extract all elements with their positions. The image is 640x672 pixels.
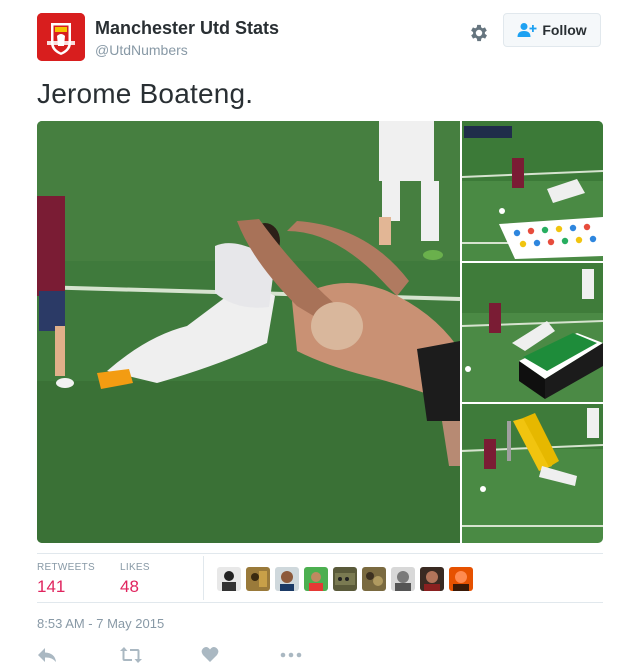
liker-avatar[interactable] [217, 567, 241, 591]
account-name[interactable]: Manchester Utd Stats [95, 18, 279, 39]
account-handle[interactable]: @UtdNumbers [95, 42, 188, 58]
reply-icon[interactable] [37, 646, 57, 669]
tweet-text: Jerome Boateng. [37, 78, 254, 109]
liker-avatar[interactable] [420, 567, 444, 591]
photo-twister-mat[interactable] [461, 121, 603, 261]
likes-stat[interactable]: LIKES 48 [120, 562, 150, 597]
liker-avatars [217, 567, 473, 591]
retweet-icon[interactable] [119, 646, 143, 669]
retweets-label: RETWEETS [37, 562, 95, 573]
photo-bed[interactable] [461, 263, 603, 402]
photo-player-falling[interactable] [37, 121, 461, 543]
avatar[interactable] [37, 13, 85, 61]
tweet-timestamp[interactable]: 8:53 AM - 7 May 2015 [37, 616, 164, 631]
follow-button[interactable]: Follow [503, 13, 601, 47]
liker-avatar[interactable] [275, 567, 299, 591]
liker-avatar[interactable] [246, 567, 270, 591]
retweets-count: 141 [37, 577, 66, 596]
follow-label: Follow [542, 22, 587, 38]
likes-label: LIKES [120, 562, 150, 573]
retweets-stat[interactable]: RETWEETS 141 [37, 562, 95, 597]
add-user-icon [517, 23, 537, 37]
liker-avatar[interactable] [304, 567, 328, 591]
liker-avatar[interactable] [362, 567, 386, 591]
likes-count: 48 [120, 577, 139, 596]
divider [37, 602, 603, 603]
liker-avatar[interactable] [449, 567, 473, 591]
divider [37, 553, 603, 554]
liker-avatar[interactable] [333, 567, 357, 591]
tweet-header: Manchester Utd Stats @UtdNumbers Follow [37, 13, 603, 61]
heart-icon[interactable] [201, 646, 219, 668]
liker-avatar[interactable] [391, 567, 415, 591]
tweet-actions [37, 646, 307, 668]
divider [203, 556, 204, 600]
photo-slide[interactable] [461, 404, 603, 543]
more-icon[interactable] [280, 646, 302, 669]
gear-icon[interactable] [468, 22, 490, 44]
tweet-media[interactable] [37, 121, 603, 543]
club-crest-icon [37, 13, 85, 61]
